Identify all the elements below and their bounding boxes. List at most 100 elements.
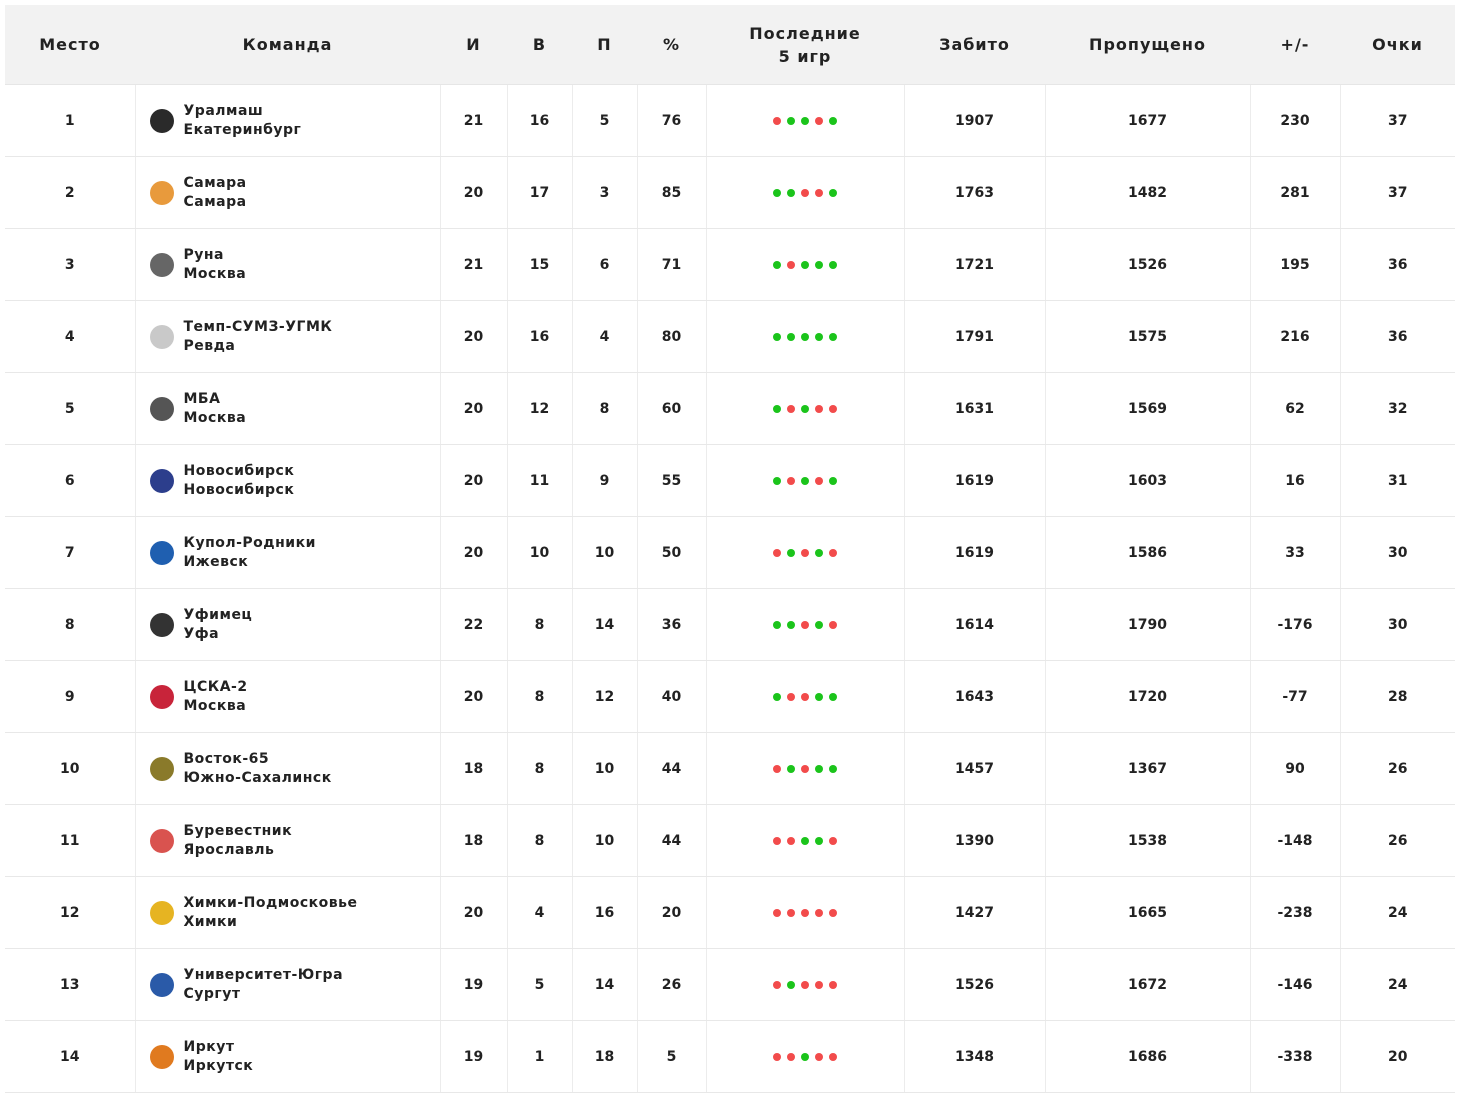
table-row[interactable]: 10 Восток-65 Южно-Сахалинск 18 8 10 44 1457 1367… [5, 732, 1455, 805]
team-name[interactable]: Университет-Югра [184, 966, 344, 985]
table-row[interactable]: 13 Университет-Югра Сургут 19 5 14 26 1526 1672-… [5, 948, 1455, 1021]
loss-dot-icon [773, 764, 781, 773]
header-losses[interactable]: П [572, 5, 637, 85]
losses-cell: 4 [572, 300, 638, 373]
header-conceded[interactable]: Пропущено [1045, 5, 1250, 85]
diff-cell: 62 [1250, 372, 1341, 445]
loss-dot-icon [801, 692, 809, 701]
diff-cell: -176 [1250, 588, 1341, 661]
table-row[interactable]: 2 Самара Самара 20 17 3 85 1763 1482 281 37 [5, 156, 1455, 229]
table-row[interactable]: 7 Купол-Родники Ижевск 20 10 10 50 1619 1586 33 30 [5, 516, 1455, 589]
place-cell: 6 [5, 444, 136, 517]
team-name[interactable]: Буревестник [184, 822, 293, 841]
team-cell[interactable]: Уралмаш Екатеринбург [135, 84, 441, 157]
percent-cell: 71 [637, 228, 707, 301]
team-cell[interactable]: Уфимец Уфа [135, 588, 441, 661]
header-games[interactable]: И [440, 5, 507, 85]
conceded-cell: 1538 [1045, 804, 1251, 877]
header-team[interactable]: Команда [135, 5, 440, 85]
team-cell[interactable]: МБА Москва [135, 372, 441, 445]
team-cell[interactable]: Химки-Подмосковье Химки [135, 876, 441, 949]
games-cell: 21 [440, 228, 508, 301]
points-cell: 20 [1340, 1020, 1455, 1093]
table-row[interactable]: 8 Уфимец Уфа 22 8 14 36 1614 1790 -176 30 [5, 588, 1455, 661]
wins-cell: 17 [507, 156, 573, 229]
team-cell[interactable]: Самара Самара [135, 156, 441, 229]
wins-cell: 8 [507, 588, 573, 661]
header-last-5[interactable]: Последние 5 игр [706, 5, 904, 85]
team-cell[interactable]: Иркут Иркутск [135, 1020, 441, 1093]
team-name[interactable]: ЦСКА-2 [184, 678, 248, 697]
team-name[interactable]: Купол-Родники [184, 534, 316, 553]
percent-cell: 85 [637, 156, 707, 229]
table-row[interactable]: 1 Уралмаш Екатеринбург 21 16 5 76 1907 1677 230 37 [5, 84, 1455, 157]
team-name[interactable]: Химки-Подмосковье [184, 894, 358, 913]
team-cell[interactable]: Новосибирск Новосибирск [135, 444, 441, 517]
team-cell[interactable]: Купол-Родники Ижевск [135, 516, 441, 589]
scored-cell: 1721 [904, 228, 1046, 301]
loss-dot-icon [787, 836, 795, 845]
team-name[interactable]: МБА [184, 390, 247, 409]
diff-cell: 281 [1250, 156, 1341, 229]
header-wins[interactable]: В [507, 5, 572, 85]
team-cell[interactable]: Буревестник Ярославль [135, 804, 441, 877]
team-cell[interactable]: Темп-СУМЗ-УГМК Ревда [135, 300, 441, 373]
team-cell[interactable]: Университет-Югра Сургут [135, 948, 441, 1021]
table-row[interactable]: 4 Темп-СУМЗ-УГМК Ревда 20 16 4 80 1791 1575 216 36 [5, 300, 1455, 373]
team-logo-icon [149, 612, 174, 637]
header-points[interactable]: Очки [1340, 5, 1455, 85]
scored-cell: 1619 [904, 516, 1046, 589]
header-place[interactable]: Место [5, 5, 135, 85]
team-name[interactable]: Восток-65 [184, 750, 332, 769]
team-name[interactable]: Уфимец [184, 606, 253, 625]
table-row[interactable]: 14 Иркут Иркутск 19 1 18 5 1348 1686 -338 20 [5, 1020, 1455, 1093]
win-dot-icon [815, 260, 823, 269]
place-cell: 2 [5, 156, 136, 229]
team-cell[interactable]: Руна Москва [135, 228, 441, 301]
conceded-cell: 1569 [1045, 372, 1251, 445]
header-scored[interactable]: Забито [904, 5, 1045, 85]
table-row[interactable]: 5 МБА Москва 20 12 8 60 1631 1569 62 32 [5, 372, 1455, 445]
place-cell: 4 [5, 300, 136, 373]
loss-dot-icon [801, 764, 809, 773]
team-city: Ревда [183, 337, 236, 354]
team-name[interactable]: Новосибирск [184, 462, 295, 481]
last-5-cell [706, 300, 905, 373]
table-row[interactable]: 3 Руна Москва 21 15 6 71 1721 1526 195 36 [5, 228, 1455, 301]
team-name[interactable]: Иркут [184, 1038, 254, 1057]
scored-cell: 1619 [904, 444, 1046, 517]
team-name[interactable]: Самара [184, 174, 247, 193]
diff-cell: -238 [1250, 876, 1341, 949]
team-name[interactable]: Руна [184, 246, 247, 265]
conceded-cell: 1575 [1045, 300, 1251, 373]
conceded-cell: 1790 [1045, 588, 1251, 661]
win-dot-icon [787, 548, 795, 557]
win-dot-icon [815, 548, 823, 557]
losses-cell: 18 [572, 1020, 638, 1093]
percent-cell: 44 [637, 732, 707, 805]
team-cell[interactable]: ЦСКА-2 Москва [135, 660, 441, 733]
games-cell: 20 [440, 156, 508, 229]
win-dot-icon [773, 260, 781, 269]
scored-cell: 1643 [904, 660, 1046, 733]
header-percent[interactable]: % [637, 5, 706, 85]
team-cell[interactable]: Восток-65 Южно-Сахалинск [135, 732, 441, 805]
percent-cell: 76 [637, 84, 707, 157]
table-row[interactable]: 11 Буревестник Ярославль 18 8 10 44 1390 1538 -14… [5, 804, 1455, 877]
last-5-cell [706, 84, 905, 157]
games-cell: 20 [440, 660, 508, 733]
table-row[interactable]: 6 Новосибирск Новосибирск 20 11 9 55 1619 1603 16… [5, 444, 1455, 517]
losses-cell: 6 [572, 228, 638, 301]
wins-cell: 10 [507, 516, 573, 589]
table-row[interactable]: 9 ЦСКА-2 Москва 20 8 12 40 1643 1720 -77 28 [5, 660, 1455, 733]
header-diff[interactable]: +/- [1250, 5, 1340, 85]
conceded-cell: 1720 [1045, 660, 1251, 733]
team-name[interactable]: Темп-СУМЗ-УГМК [184, 318, 333, 337]
loss-dot-icon [815, 188, 823, 197]
percent-cell: 20 [637, 876, 707, 949]
win-dot-icon [801, 404, 809, 413]
table-row[interactable]: 12 Химки-Подмосковье Химки 20 4 16 20 1427 1665-… [5, 876, 1455, 949]
team-name[interactable]: Уралмаш [184, 102, 302, 121]
diff-cell: -338 [1250, 1020, 1341, 1093]
last-5-cell [706, 372, 905, 445]
